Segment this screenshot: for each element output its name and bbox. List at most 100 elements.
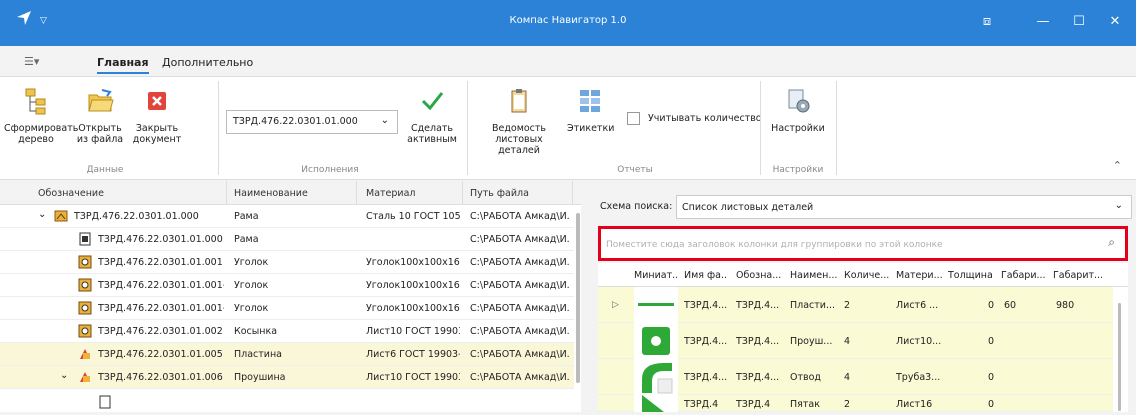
grid-row[interactable]: ТЗРД.4 ТЗРД.4 Пятак 2 Лист16 0 bbox=[598, 395, 1113, 412]
checkmark-icon bbox=[421, 92, 444, 111]
app-menu-icon[interactable]: ☰▾ bbox=[24, 55, 39, 68]
labels-label: Этикетки bbox=[567, 123, 615, 134]
col-name[interactable]: Наименование bbox=[234, 188, 308, 199]
cell-quantity: 2 bbox=[844, 399, 851, 410]
grid-scrollbar[interactable] bbox=[1118, 303, 1121, 411]
tree-path: C:\РАБОТА Амкад\И... bbox=[470, 257, 570, 268]
group-data-label: Данные bbox=[86, 165, 124, 175]
col-quantity[interactable]: Количе... bbox=[844, 270, 890, 281]
sheet-parts-list-button[interactable]: Ведомость листовых деталей bbox=[474, 87, 564, 156]
ribbon: Сформировать дерево Открыть из файла Зак… bbox=[0, 76, 1136, 180]
part-icon bbox=[78, 301, 92, 315]
make-active-button[interactable]: Сделать активным bbox=[404, 87, 460, 145]
grid-row[interactable]: ТЗРД.4... ТЗРД.4... Проуш... 4 Лист10...… bbox=[598, 323, 1113, 359]
chevron-down-icon: ⌄ bbox=[1114, 200, 1123, 211]
tree-row[interactable]: ТЗРД.476.22.0301.01.001-... Уголок Уголо… bbox=[0, 274, 574, 297]
col-material[interactable]: Матери... bbox=[896, 270, 944, 281]
tree-row[interactable]: ⌄ ТЗРД.476.22.0301.01.006 Проушина Лист1… bbox=[0, 366, 574, 389]
col-material[interactable]: Материал bbox=[366, 188, 416, 199]
close-document-button[interactable]: Закрыть документ bbox=[128, 87, 186, 145]
tree-code: ТЗРД.476.22.0301.01.000 bbox=[98, 234, 223, 245]
expand-chevron-icon[interactable]: ⌄ bbox=[38, 209, 46, 220]
tree-row[interactable]: ТЗРД.476.22.0301.01.005 Пластина Лист6 Г… bbox=[0, 343, 574, 366]
collapse-ribbon-icon[interactable]: ⌃ bbox=[1113, 159, 1122, 172]
tree-row[interactable]: ТЗРД.476.22.0301.01.002 Косынка Лист10 Г… bbox=[0, 320, 574, 343]
tree-material: Уголок100x100x16 ... bbox=[366, 280, 460, 291]
col-thickness[interactable]: Толщина bbox=[948, 270, 996, 281]
chevron-down-icon: ⌄ bbox=[380, 115, 389, 126]
tree-name: Уголок bbox=[234, 280, 269, 291]
drawing-doc-icon bbox=[78, 232, 92, 246]
make-active-label-2: активным bbox=[407, 134, 457, 145]
tree-row[interactable]: ТЗРД.476.22.0301.01.001 Уголок Уголок100… bbox=[0, 251, 574, 274]
labels-button[interactable]: Этикетки bbox=[567, 87, 615, 134]
tree-name: Рама bbox=[234, 234, 259, 245]
cell-filename: ТЗРД.4... bbox=[684, 372, 728, 383]
open-file-label-2: из файла bbox=[76, 134, 124, 145]
cell-thickness: 0 bbox=[988, 336, 995, 347]
row-expand-icon[interactable]: ▷ bbox=[612, 300, 619, 310]
tree-row[interactable]: ⌄ ТЗРД.476.22.0301.01.000 Рама Сталь 10 … bbox=[0, 205, 574, 228]
execution-value: ТЗРД.476.22.0301.01.000 bbox=[233, 116, 358, 127]
settings-button[interactable]: Настройки bbox=[768, 87, 828, 134]
col-name[interactable]: Наимен... bbox=[790, 270, 838, 281]
group-by-placeholder: Поместите сюда заголовок колонки для гру… bbox=[606, 240, 943, 250]
open-folder-icon bbox=[88, 89, 114, 112]
col-thumbnail[interactable]: Миниат... bbox=[634, 270, 678, 281]
tree-name: Проушина bbox=[234, 372, 286, 383]
col-filename[interactable]: Имя фа... bbox=[684, 270, 728, 281]
tree-row[interactable] bbox=[0, 389, 574, 412]
tree-row[interactable]: ТЗРД.476.22.0301.01.001-... Уголок Уголо… bbox=[0, 297, 574, 320]
execution-select[interactable]: ТЗРД.476.22.0301.01.000 ⌄ bbox=[226, 110, 398, 134]
tree-material: Уголок100x100x16 ... bbox=[366, 303, 460, 314]
col-dim1[interactable]: Габари... bbox=[1001, 270, 1047, 281]
sheet-list-label: Ведомость bbox=[491, 123, 547, 134]
tree-row[interactable]: ТЗРД.476.22.0301.01.000 Рама C:\РАБОТА А… bbox=[0, 228, 574, 251]
open-file-button[interactable]: Открыть из файла bbox=[75, 87, 125, 145]
ribbon-divider bbox=[467, 81, 468, 175]
cell-thickness: 0 bbox=[988, 399, 995, 410]
tree-material: Уголок100x100x16 ... bbox=[366, 257, 460, 268]
count-quantity-checkbox[interactable] bbox=[627, 112, 640, 125]
cell-thickness: 0 bbox=[988, 372, 995, 383]
schema-value: Список листовых деталей bbox=[682, 202, 814, 213]
tab-home[interactable]: Главная bbox=[97, 56, 149, 74]
cell-dim2: 980 bbox=[1056, 300, 1075, 311]
tree-code: ТЗРД.476.22.0301.01.005 bbox=[98, 349, 223, 360]
tree-code: ТЗРД.476.22.0301.01.001-... bbox=[98, 303, 224, 314]
col-code[interactable]: Обозначение bbox=[38, 188, 104, 199]
cell-material: Лист16 bbox=[896, 399, 933, 410]
tree-scrollbar[interactable] bbox=[576, 213, 580, 383]
search-icon[interactable]: ⌕ bbox=[1108, 235, 1115, 250]
ribbon-divider bbox=[218, 81, 219, 175]
tree-icon bbox=[25, 88, 46, 115]
tree-path: C:\РАБОТА Амкад\И... bbox=[470, 349, 570, 360]
build-tree-button[interactable]: Сформировать дерево bbox=[4, 87, 78, 145]
cell-quantity: 2 bbox=[844, 300, 851, 311]
tab-extra[interactable]: Дополнительно bbox=[162, 56, 253, 69]
group-by-area[interactable]: Поместите сюда заголовок колонки для гру… bbox=[598, 226, 1128, 261]
close-doc-label: Закрыть bbox=[135, 123, 179, 134]
col-path[interactable]: Путь файла bbox=[470, 188, 529, 199]
build-tree-label-2: дерево bbox=[18, 134, 54, 145]
maximize-button[interactable]: ☐ bbox=[1064, 10, 1094, 34]
tree-material: Сталь 10 ГОСТ 105... bbox=[366, 211, 460, 222]
schema-select[interactable]: Список листовых деталей ⌄ bbox=[676, 195, 1132, 219]
tree-code: ТЗРД.476.22.0301.01.001-... bbox=[98, 280, 224, 291]
grid-header: Миниат... Имя фа... Обозна... Наимен... … bbox=[598, 263, 1128, 287]
restore-layout-icon[interactable]: ⧈ bbox=[972, 10, 1002, 34]
col-dim2[interactable]: Габарит... bbox=[1053, 270, 1107, 281]
title-bar: ▽ Компас Навигатор 1.0 ⧈ — ☐ ✕ bbox=[0, 0, 1136, 46]
expand-chevron-icon[interactable]: ⌄ bbox=[60, 370, 68, 381]
parts-grid: Миниат... Имя фа... Обозна... Наимен... … bbox=[598, 263, 1128, 412]
grid-row[interactable]: ▷ ТЗРД.4... ТЗРД.4... Пласти... 2 Лист6 … bbox=[598, 287, 1113, 323]
ribbon-divider bbox=[836, 81, 837, 175]
tree-path: C:\РАБОТА Амкад\И... bbox=[470, 211, 570, 222]
tree-code: ТЗРД.476.22.0301.01.002 bbox=[98, 326, 223, 337]
close-button[interactable]: ✕ bbox=[1100, 10, 1130, 34]
tree-name: Рама bbox=[234, 211, 259, 222]
grid-row[interactable]: ТЗРД.4... ТЗРД.4... Отвод 4 Труба3... 0 bbox=[598, 359, 1113, 395]
minimize-button[interactable]: — bbox=[1028, 10, 1058, 34]
col-code[interactable]: Обозна... bbox=[736, 270, 782, 281]
thumbnail bbox=[634, 359, 678, 395]
